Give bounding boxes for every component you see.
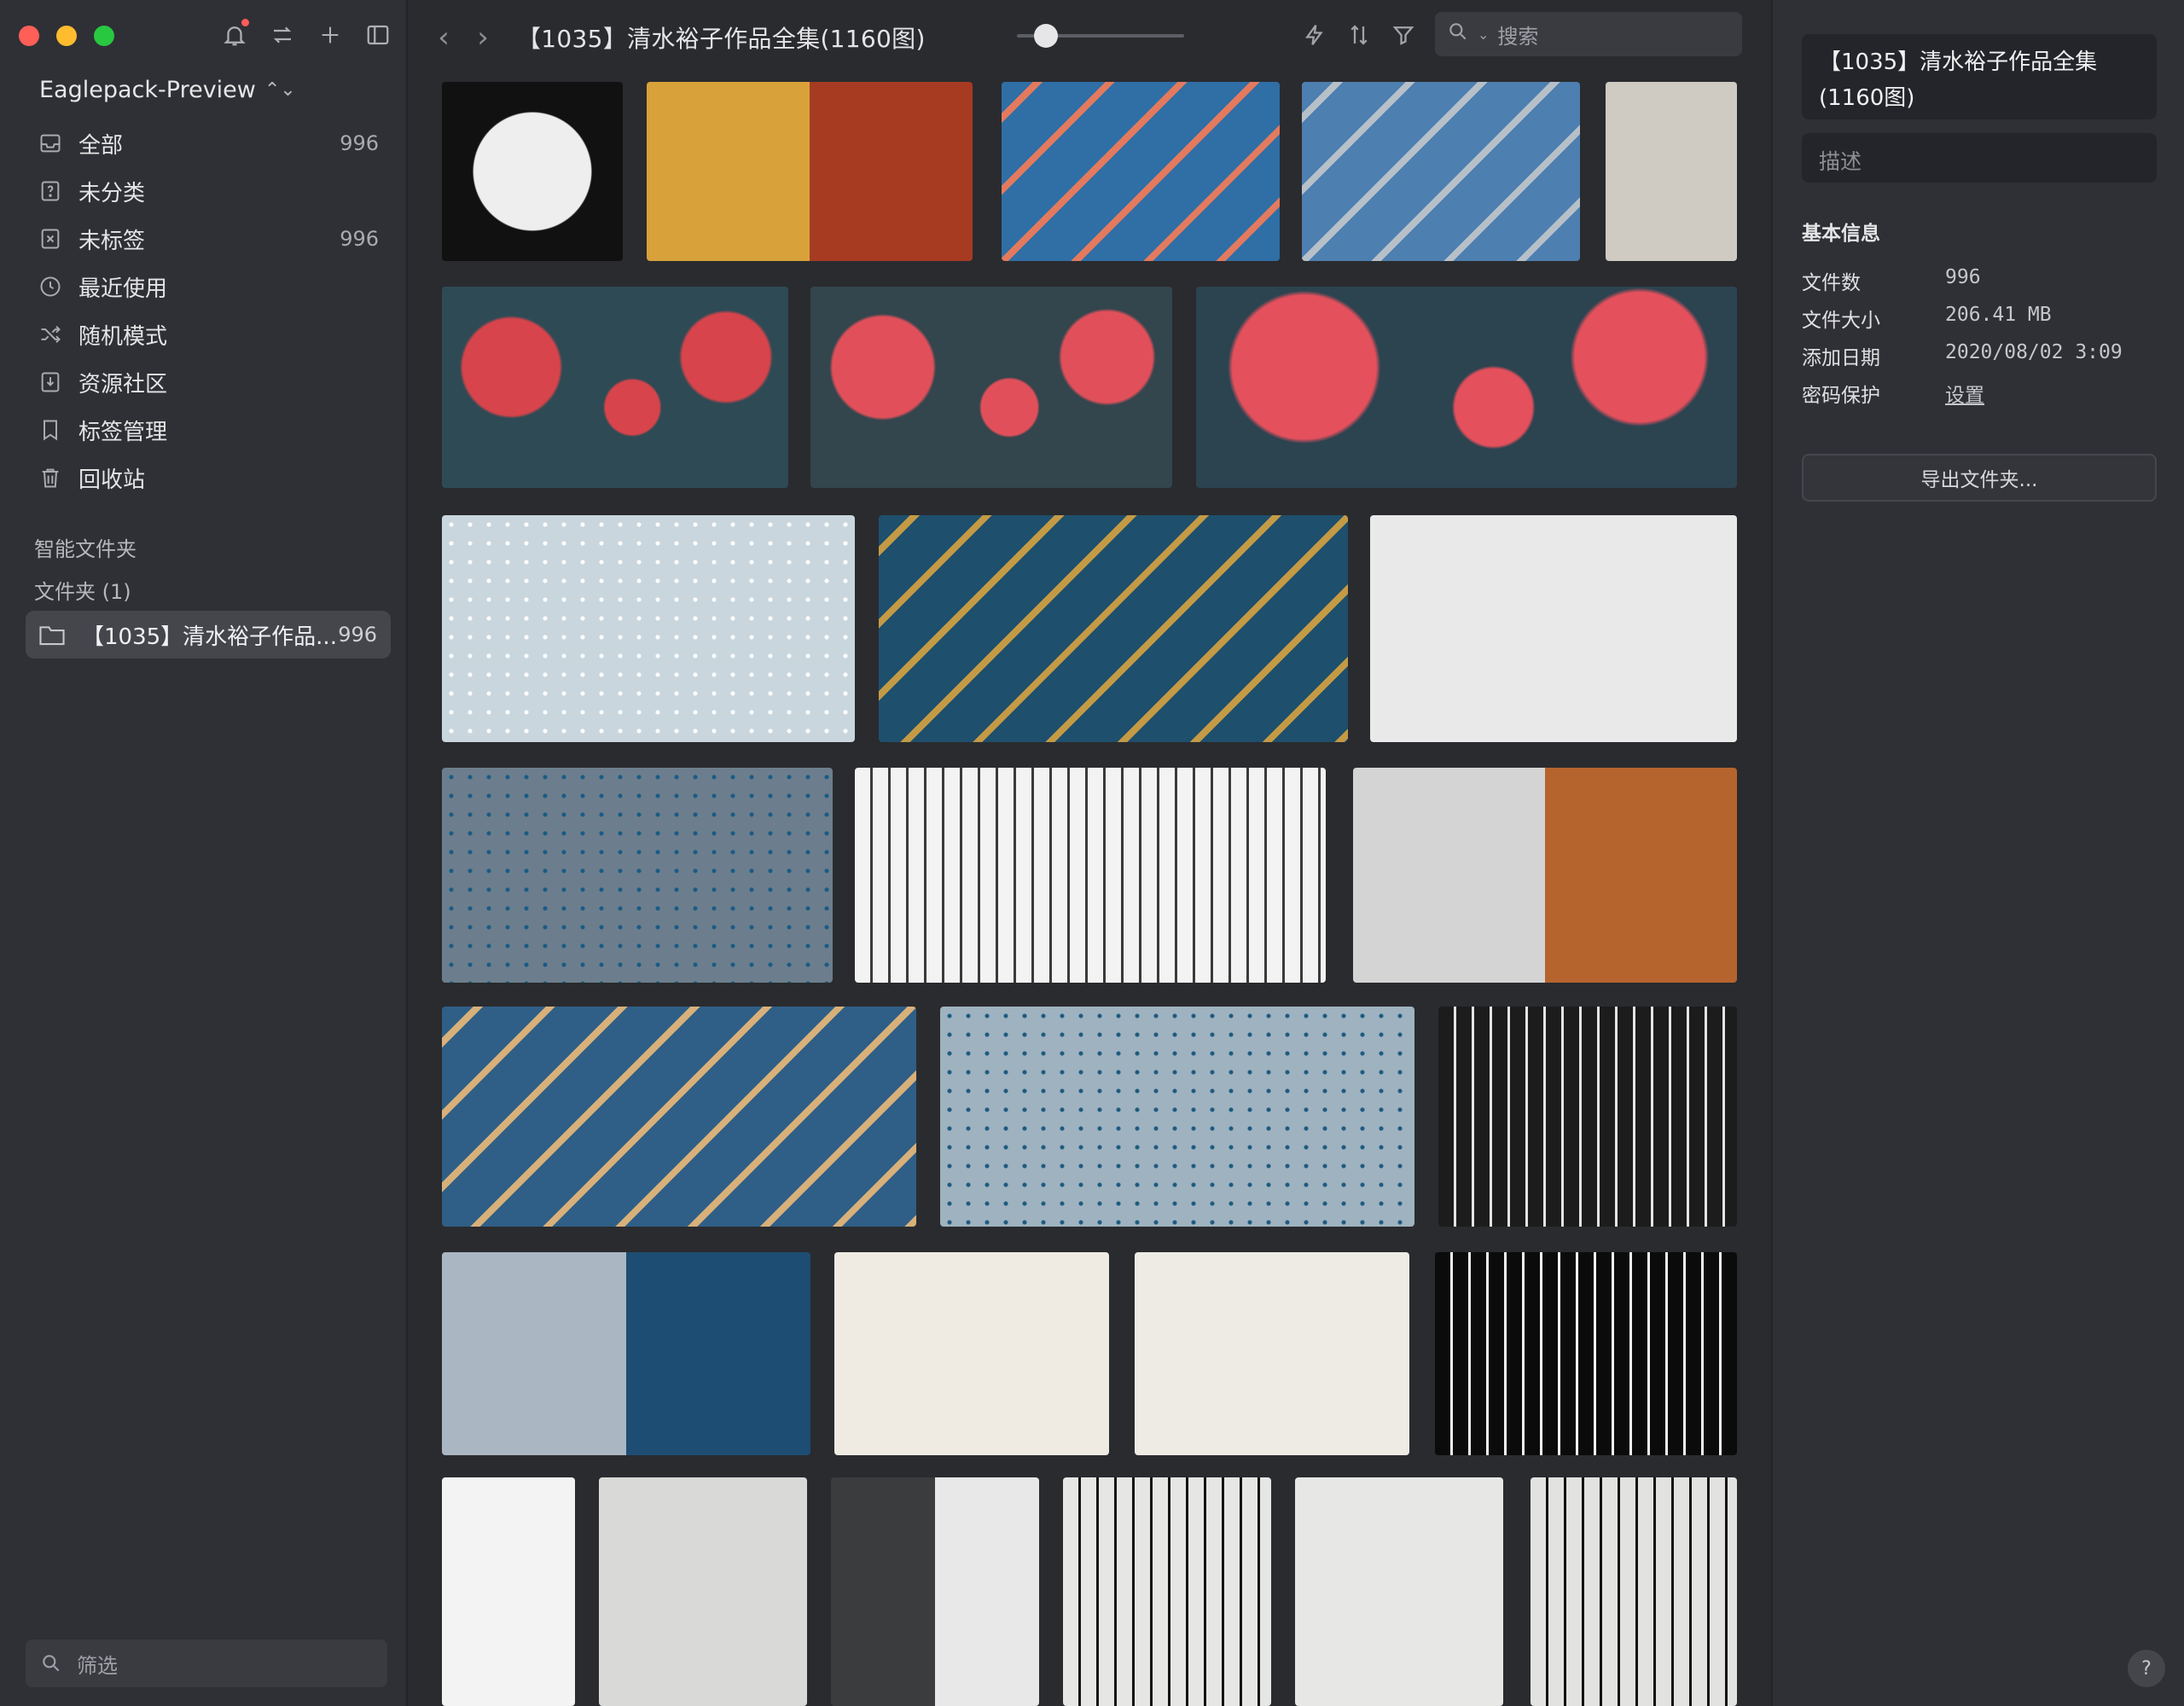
thumb-moth-book[interactable] bbox=[1370, 515, 1737, 742]
sidebar-item-random[interactable]: 随机模式 bbox=[26, 310, 392, 358]
library-name: Eaglepack-Preview bbox=[39, 77, 256, 103]
bookmark-icon bbox=[38, 417, 63, 443]
clock-icon bbox=[38, 274, 63, 299]
thumb-book-page[interactable] bbox=[834, 1252, 1109, 1455]
info-key: 添加日期 bbox=[1802, 347, 1880, 369]
thumb-comic-spread[interactable] bbox=[647, 82, 973, 261]
folder-name-field[interactable]: 【1035】清水裕子作品全集(1160图) bbox=[1802, 34, 2157, 119]
folder-count: 996 bbox=[338, 623, 377, 647]
folder-label: 【1035】清水裕子作品... bbox=[82, 624, 337, 650]
info-key: 文件大小 bbox=[1802, 310, 1880, 332]
question-box-icon bbox=[38, 178, 63, 204]
sidebar-item-label: 未分类 bbox=[78, 180, 146, 206]
sidebar-folder-item[interactable]: 【1035】清水裕子作品... 996 bbox=[26, 611, 391, 659]
updown-chevron-icon: ⌃⌄ bbox=[264, 79, 296, 101]
smart-folders-header[interactable]: 智能文件夹 bbox=[34, 532, 136, 562]
sidebar-item-count: 996 bbox=[340, 131, 379, 155]
thumb-desk-workspace[interactable] bbox=[831, 1477, 1039, 1706]
close-window-button[interactable] bbox=[19, 26, 39, 46]
export-folder-button[interactable]: 导出文件夹... bbox=[1802, 454, 2157, 502]
window-controls bbox=[19, 26, 114, 46]
info-value: 996 bbox=[1945, 266, 1981, 288]
sidebar: Eaglepack-Preview ⌃⌄ 全部 996 未分类 未标签 996 … bbox=[0, 0, 408, 1706]
sidebar-item-count: 996 bbox=[340, 227, 379, 251]
thumb-so-tentacles[interactable] bbox=[810, 287, 1172, 488]
sidebar-item-uncategorized[interactable]: 未分类 bbox=[26, 167, 392, 215]
thumb-ink-deer[interactable] bbox=[442, 1477, 575, 1706]
thumb-wave-mural[interactable] bbox=[1002, 82, 1280, 261]
thumb-snowfield[interactable] bbox=[442, 515, 855, 742]
sidebar-item-label: 全部 bbox=[78, 132, 124, 159]
toggle-sidebar-icon[interactable] bbox=[362, 19, 394, 51]
untagged-icon bbox=[38, 226, 63, 252]
sidebar-item-label: 随机模式 bbox=[78, 323, 168, 350]
thumb-lace-sketch[interactable] bbox=[1606, 82, 1737, 261]
download-box-icon bbox=[38, 369, 63, 395]
add-plus-icon[interactable] bbox=[314, 19, 346, 51]
password-setup-link[interactable]: 设置 bbox=[1945, 379, 1984, 408]
sidebar-toolbar bbox=[218, 19, 394, 51]
info-row-file-size: 文件大小 206.41 MB bbox=[1802, 304, 2160, 333]
sidebar-nav: 全部 996 未分类 未标签 996 最近使用 随机模式 资源社区 标签管理 回… bbox=[26, 119, 392, 502]
sidebar-item-label: 最近使用 bbox=[78, 276, 168, 302]
thumb-octopus-waves[interactable] bbox=[442, 287, 788, 488]
thumb-truck-ps[interactable] bbox=[442, 1252, 810, 1455]
folders-header[interactable]: 文件夹 (1) bbox=[34, 575, 131, 605]
library-switcher[interactable]: Eaglepack-Preview ⌃⌄ bbox=[39, 77, 296, 103]
help-button[interactable]: ? bbox=[2128, 1650, 2165, 1687]
sidebar-item-trash[interactable]: 回收站 bbox=[26, 454, 392, 502]
sidebar-item-label: 未标签 bbox=[78, 228, 146, 254]
sync-arrows-icon[interactable] bbox=[266, 19, 299, 51]
info-row-password: 密码保护 设置 bbox=[1802, 379, 2160, 408]
thumb-truck-dashboard[interactable] bbox=[879, 515, 1348, 742]
thumb-book-window[interactable] bbox=[1135, 1252, 1409, 1455]
folder-icon bbox=[38, 622, 67, 647]
inspector-panel: 【1035】清水裕子作品全集(1160图) 描述 基本信息 文件数 996 文件… bbox=[1771, 0, 2184, 1706]
sidebar-item-label: 标签管理 bbox=[78, 419, 168, 445]
shuffle-icon bbox=[38, 322, 63, 347]
thumb-moon-girl[interactable] bbox=[442, 82, 623, 261]
thumb-village-clouds[interactable] bbox=[1531, 1477, 1737, 1706]
sidebar-item-recent[interactable]: 最近使用 bbox=[26, 263, 392, 310]
thumb-ink-mountain[interactable] bbox=[1435, 1252, 1737, 1455]
zoom-window-button[interactable] bbox=[94, 26, 114, 46]
filter-placeholder: 筛选 bbox=[77, 1653, 118, 1678]
minimize-window-button[interactable] bbox=[56, 26, 77, 46]
inbox-icon bbox=[38, 131, 63, 156]
thumb-interior-ink[interactable] bbox=[1438, 1007, 1737, 1227]
thumbnail-grid bbox=[410, 0, 1769, 1706]
app-window: Eaglepack-Preview ⌃⌄ 全部 996 未分类 未标签 996 … bbox=[0, 0, 2184, 1706]
info-value: 206.41 MB bbox=[1945, 304, 2052, 326]
info-row-file-count: 文件数 996 bbox=[1802, 266, 2160, 295]
notification-bell-icon[interactable] bbox=[218, 19, 251, 51]
main-area: ‹ › 【1035】清水裕子作品全集(1160图) ⌄ 搜索 bbox=[410, 0, 1769, 1706]
thumb-boxes-ps[interactable] bbox=[1353, 768, 1737, 983]
notification-badge bbox=[241, 19, 249, 26]
thumb-supply-truck[interactable] bbox=[442, 1007, 916, 1227]
thumb-yes-tentacles[interactable] bbox=[1196, 287, 1737, 488]
info-value: 2020/08/02 3:09 bbox=[1945, 341, 2123, 363]
thumb-painter-mural[interactable] bbox=[1302, 82, 1580, 261]
thumb-brush-horse[interactable] bbox=[1063, 1477, 1271, 1706]
sidebar-item-label: 回收站 bbox=[78, 467, 146, 493]
sidebar-item-community[interactable]: 资源社区 bbox=[26, 358, 392, 406]
sidebar-item-tags[interactable]: 标签管理 bbox=[26, 406, 392, 454]
info-key: 密码保护 bbox=[1802, 385, 1880, 407]
filter-input[interactable]: 筛选 bbox=[26, 1639, 387, 1687]
thumb-truck-door-snow[interactable] bbox=[442, 768, 833, 983]
info-row-date-added: 添加日期 2020/08/02 3:09 bbox=[1802, 341, 2160, 370]
sidebar-item-label: 资源社区 bbox=[78, 371, 168, 397]
basic-info-heading: 基本信息 bbox=[1802, 223, 1880, 245]
thumb-pencil-flowers[interactable] bbox=[599, 1477, 807, 1706]
trash-icon bbox=[38, 465, 63, 490]
thumb-magnolia[interactable] bbox=[1295, 1477, 1503, 1706]
description-field[interactable]: 描述 bbox=[1802, 133, 2157, 183]
search-icon bbox=[39, 1651, 63, 1675]
sidebar-item-untagged[interactable]: 未标签 996 bbox=[26, 215, 392, 263]
sidebar-item-all[interactable]: 全部 996 bbox=[26, 119, 392, 167]
info-key: 文件数 bbox=[1802, 272, 1861, 294]
thumb-interior-sketch[interactable] bbox=[855, 768, 1326, 983]
thumb-jeep-snow[interactable] bbox=[940, 1007, 1414, 1227]
